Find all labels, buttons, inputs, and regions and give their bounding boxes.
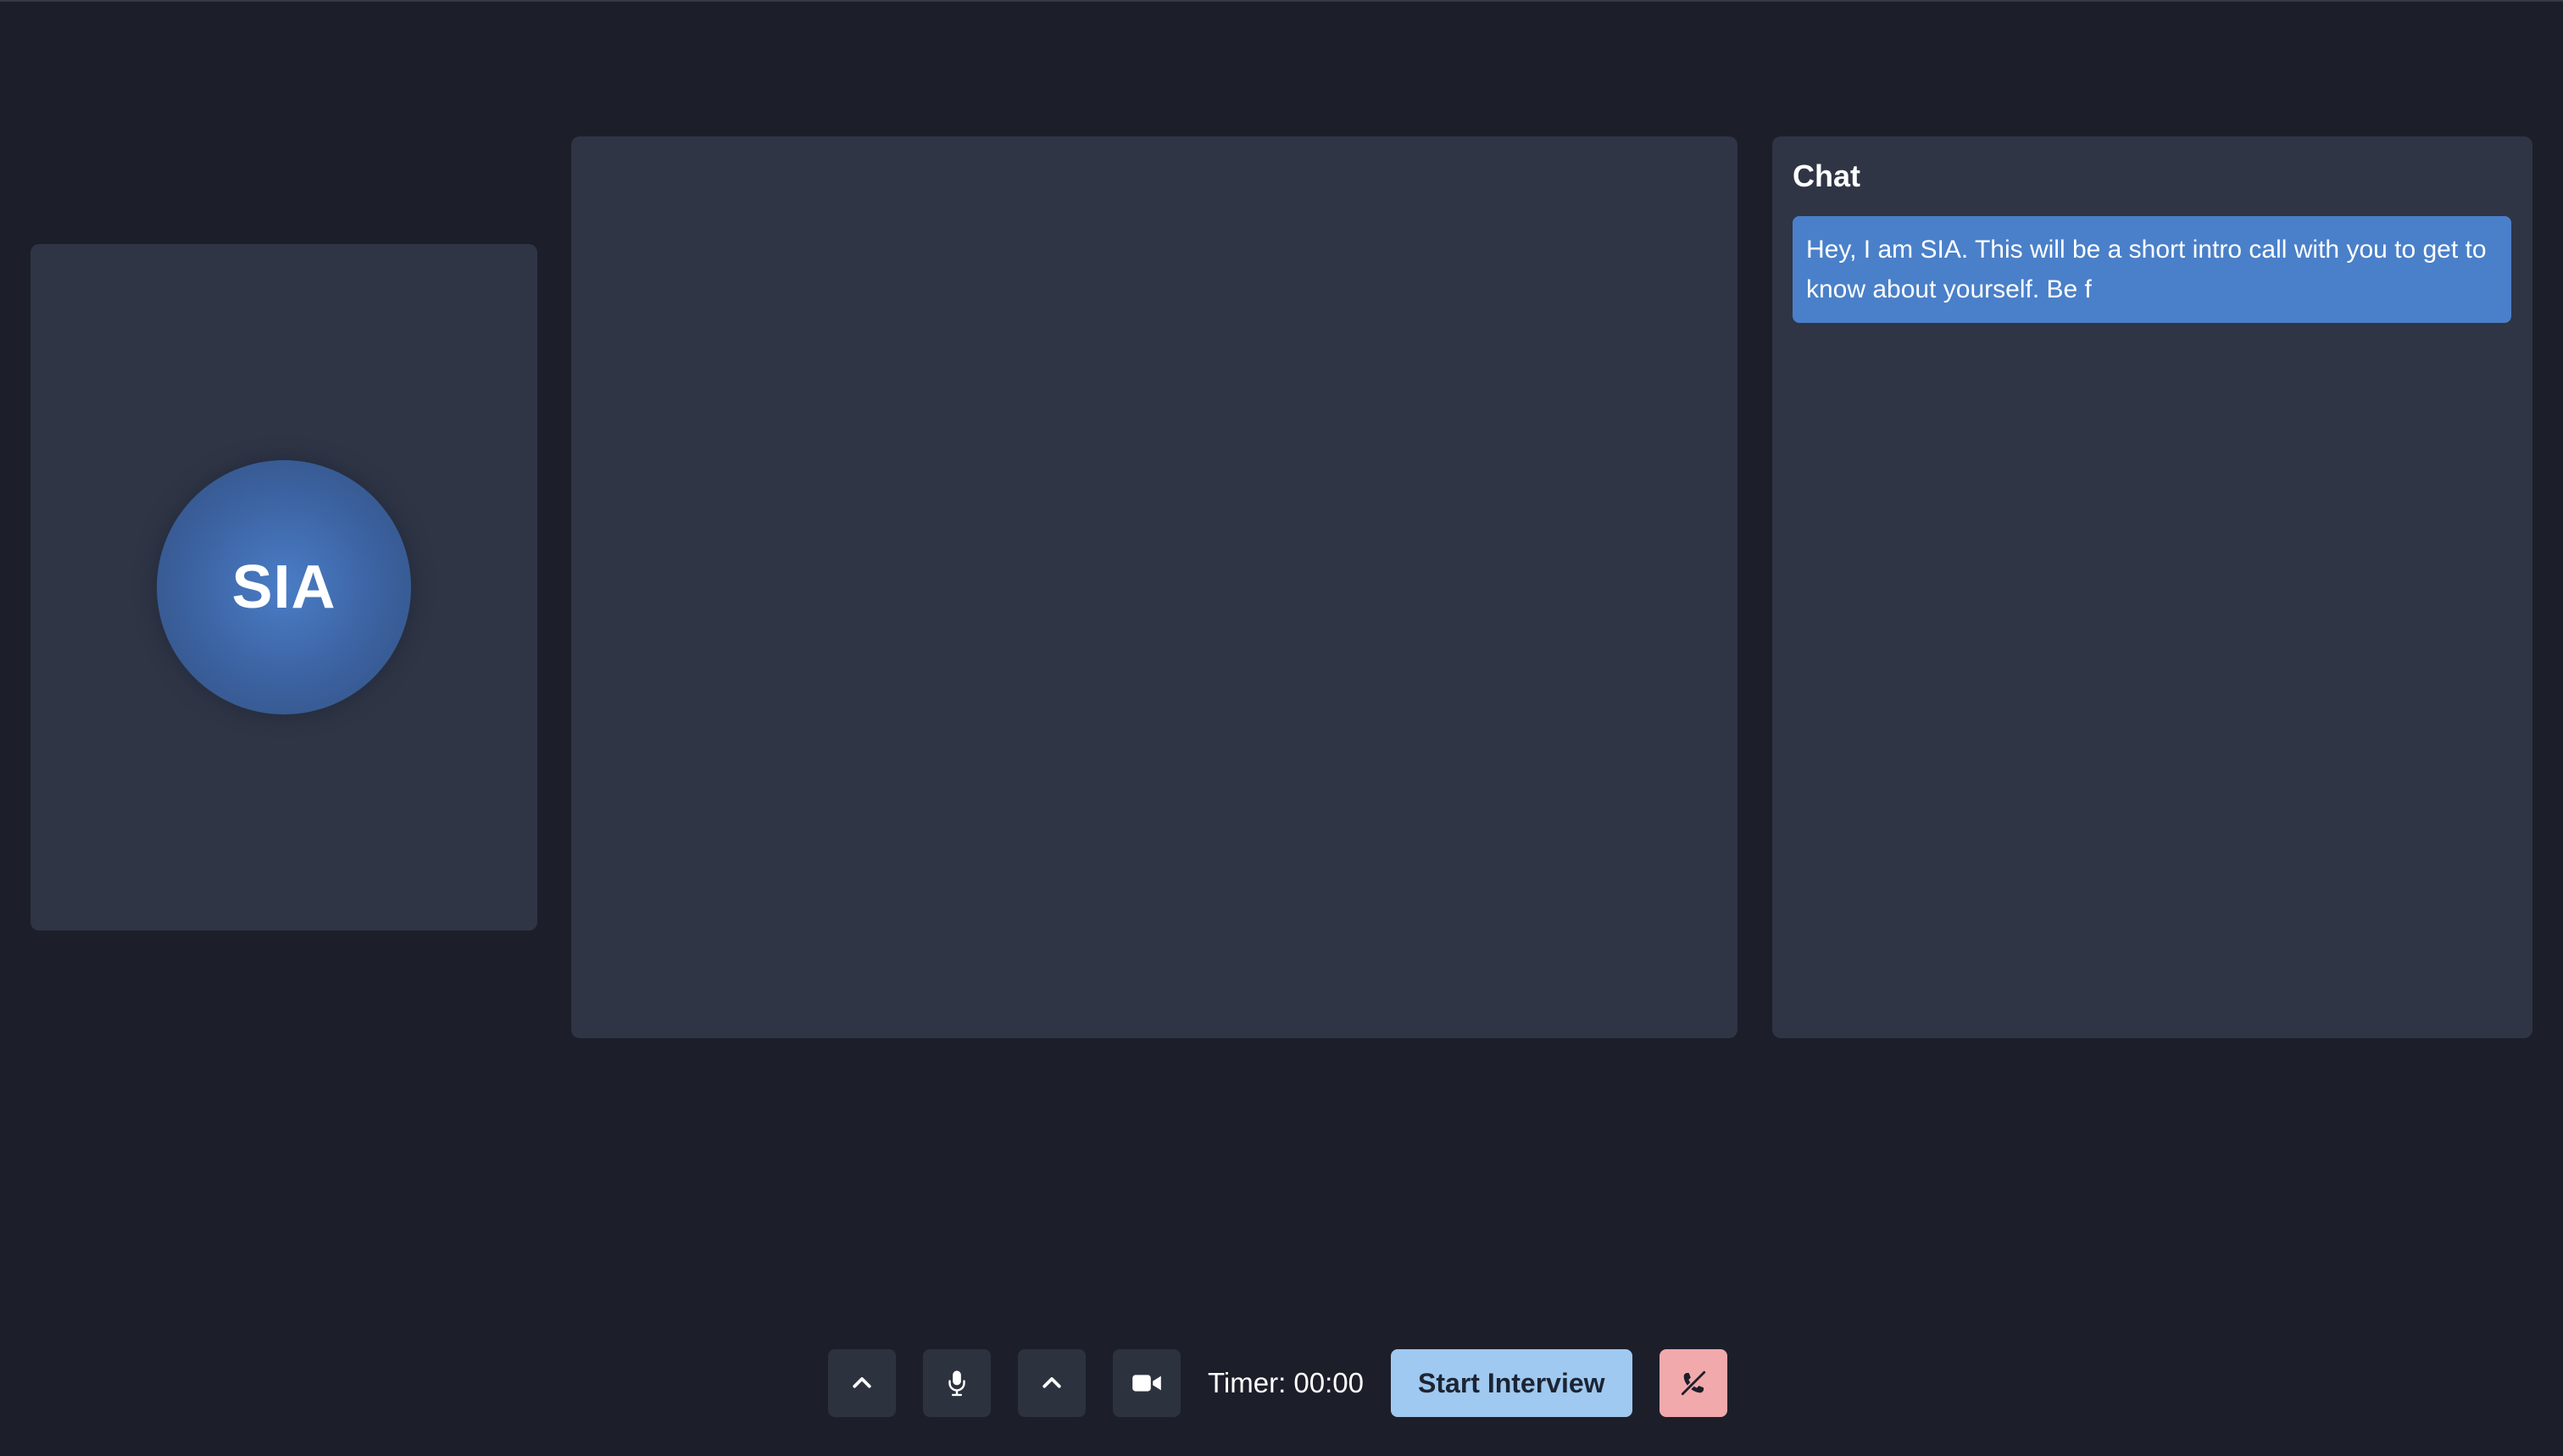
avatar-label: SIA: [231, 553, 336, 621]
microphone-icon: [944, 1369, 970, 1398]
agent-avatar: SIA: [157, 460, 411, 714]
mic-options-button[interactable]: [828, 1349, 896, 1417]
mic-toggle-button[interactable]: [923, 1349, 991, 1417]
chat-title: Chat: [1793, 158, 1860, 193]
camera-toggle-button[interactable]: [1113, 1349, 1181, 1417]
chat-message: Hey, I am SIA. This will be a short intr…: [1793, 216, 2511, 323]
agent-video-tile: SIA: [31, 244, 537, 931]
phone-hangup-icon: [1679, 1369, 1708, 1398]
chevron-up-icon: [849, 1370, 875, 1396]
control-bar: Timer: 00:00 Start Interview: [828, 1349, 1727, 1417]
interview-screen: SIA Chat Hey, I am SIA. This will be a s…: [0, 0, 2563, 1456]
timer-display: Timer: 00:00: [1208, 1367, 1365, 1398]
start-interview-button[interactable]: Start Interview: [1391, 1349, 1632, 1417]
main-video-area: [571, 136, 1737, 1038]
chevron-up-icon: [1039, 1370, 1065, 1396]
end-call-button[interactable]: [1659, 1349, 1727, 1417]
camera-options-button[interactable]: [1018, 1349, 1086, 1417]
chat-panel: Chat Hey, I am SIA. This will be a short…: [1772, 136, 2532, 1038]
video-camera-icon: [1131, 1372, 1162, 1394]
